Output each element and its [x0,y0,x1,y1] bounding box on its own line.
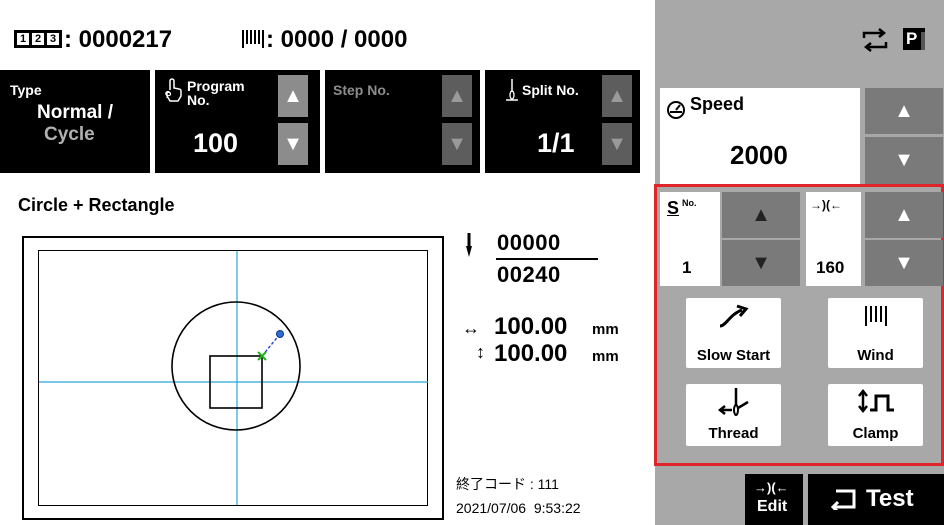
wind-button[interactable]: Wind [828,298,923,368]
arrow-up-icon: ▲ [607,85,627,107]
tension-icon: →)(← [810,198,842,212]
svg-text:P: P [166,91,172,100]
step-down-button: ▼ [442,123,472,165]
test-label: Test [866,485,914,512]
datetime: 2021/07/06 9:53:22 [456,500,581,516]
s-no-value: 1 [682,258,692,277]
clamp-label: Clamp [852,425,899,442]
wind-counter-value: : 0000 / 0000 [266,26,408,53]
arrow-up-icon: ▲ [447,85,467,107]
program-down-button[interactable]: ▼ [278,123,308,165]
split-value: 1/1 [537,128,575,158]
s-no-label: No. [682,198,697,208]
arrow-down-icon: ▼ [607,133,627,155]
speed-gauge-icon [667,101,685,119]
program-up-button[interactable]: ▲ [278,75,308,117]
s-no-down-button[interactable]: ▼ [722,240,800,286]
counter-123-icon: 1 2 3 [14,30,62,48]
arrow-down-icon: ▼ [894,149,914,171]
wind-counter-icon [242,30,264,48]
program-label-line2: No. [187,92,210,108]
arrow-down-icon: ▼ [283,133,303,155]
tension-up-button[interactable]: ▲ [865,192,943,238]
slow-start-icon [719,304,749,328]
clamp-button[interactable]: Clamp [828,384,923,446]
width-value: 100.00 [494,313,568,340]
arrow-down-icon: ▼ [751,252,771,274]
p-icon[interactable]: P [903,28,925,50]
type-label: Type [10,82,42,98]
program-counter-value: : 0000217 [64,26,173,53]
edit-icon: →)(← [754,480,789,495]
speed-down-button[interactable]: ▼ [865,137,943,184]
needle-icon [506,79,518,101]
split-label: Split No. [522,82,579,98]
thread-label: Thread [708,425,759,442]
program-value: 100 [193,128,239,158]
needle-stitch-icon [466,233,472,257]
test-button[interactable]: Test [808,474,944,525]
thread-button[interactable]: Thread [686,384,781,446]
s-no-up-button[interactable]: ▲ [722,192,800,238]
height-value: 100.00 [494,340,568,367]
speed-up-button[interactable]: ▲ [865,88,943,134]
clamp-icon [858,388,894,414]
width-arrow-icon: ↔ [462,318,480,338]
pattern-preview[interactable] [22,236,444,520]
speed-value: 2000 [730,140,788,170]
tension-panel: →)(← 160 [806,192,861,286]
height-arrow-icon: ↕ [476,342,485,362]
type-value-line2: Cycle [44,124,95,145]
split-down-button: ▼ [602,123,632,165]
stitch-total: 00240 [497,262,561,287]
end-code: 終了コード : 111 [456,476,559,492]
s-no-icon: S [667,198,680,218]
top-status-bar: 1 2 3 : 0000217 : 0000 / 0000 [0,0,655,70]
stitch-current: 00000 [497,230,561,255]
type-value-line1: Normal / [37,102,114,123]
split-cell[interactable]: Split No. 1/1 ▲ ▼ [485,70,640,173]
return-icon [830,489,856,510]
wind-icon [865,306,887,326]
program-touch-icon: P [165,78,182,102]
tension-down-button[interactable]: ▼ [865,240,943,286]
pattern-name: Circle + Rectangle [18,195,175,215]
wind-label: Wind [857,347,894,364]
stitch-divider [496,258,598,260]
pattern-drawing [39,251,428,505]
arrow-down-icon: ▼ [894,252,914,274]
arrow-down-icon: ▼ [447,133,467,155]
width-unit: mm [592,321,619,338]
arrow-up-icon: ▲ [894,100,914,122]
thread-icon [717,388,749,416]
s-no-panel: S No. 1 [660,192,720,286]
edit-label: Edit [757,498,788,515]
program-cell[interactable]: P Program No. 100 ▲ ▼ [155,70,320,173]
split-up-button: ▲ [602,75,632,117]
sync-icon[interactable] [860,26,890,54]
tension-value: 160 [816,258,845,277]
speed-label: Speed [690,94,745,114]
arrow-up-icon: ▲ [283,85,303,107]
slow-start-button[interactable]: Slow Start [686,298,781,368]
slow-start-label: Slow Start [696,347,771,364]
step-up-button: ▲ [442,75,472,117]
type-cell[interactable]: Type Normal / Cycle [0,70,150,173]
speed-panel: Speed 2000 [660,88,860,184]
step-cell: Step No. ▲ ▼ [325,70,480,173]
edit-button[interactable]: →)(← Edit [745,474,803,525]
step-label: Step No. [333,82,390,98]
arrow-up-icon: ▲ [894,204,914,226]
height-unit: mm [592,348,619,365]
arrow-up-icon: ▲ [751,204,771,226]
